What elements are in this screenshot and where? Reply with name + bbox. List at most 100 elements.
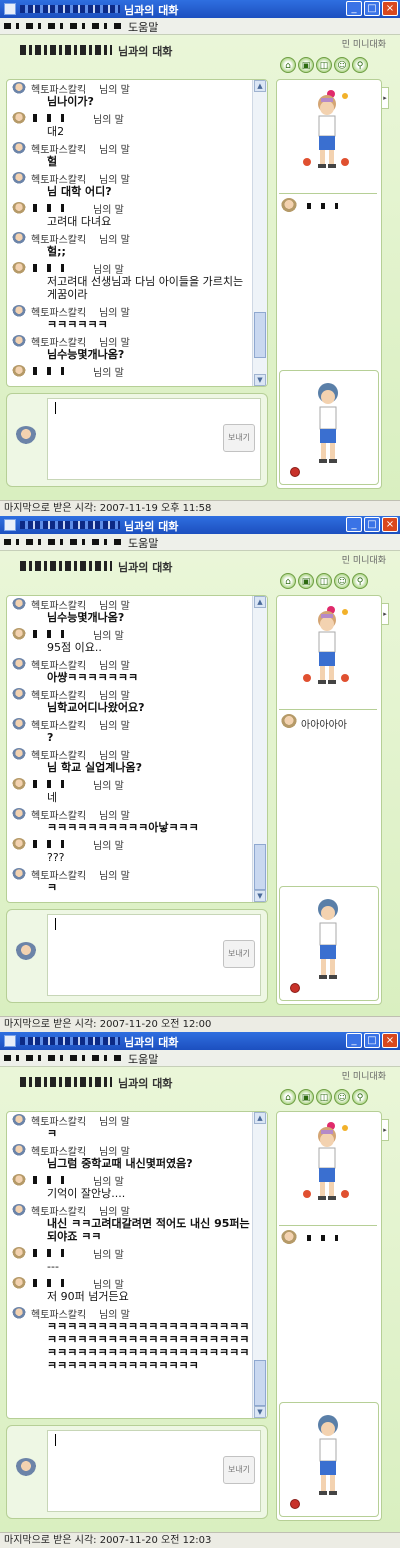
sender-avatar-icon (12, 1277, 26, 1290)
save-icon[interactable]: ▣ (298, 57, 314, 73)
menu-help[interactable]: 도움말 (128, 1051, 158, 1067)
home-icon[interactable]: ⌂ (280, 1089, 296, 1105)
scroll-up-icon[interactable]: ▲ (254, 1112, 266, 1124)
maximize-icon[interactable]: □ (364, 1, 380, 16)
minimize-icon[interactable]: _ (346, 517, 362, 532)
message-text: 네 (47, 791, 58, 804)
panel-collapse-tab[interactable]: ▸ (381, 87, 389, 109)
scroll-thumb[interactable] (254, 1360, 266, 1406)
chat-client-area: 님과의 대화 민 미니대화 ⌂ ▣ ◫ ☺ ⚲ 헥토파스칼킥 님의 말 님수능몇개나옴? 님의… (0, 551, 400, 1016)
block-icon[interactable] (290, 1499, 300, 1509)
message-item: 님의 말??? (7, 836, 253, 866)
photo-icon[interactable]: ◫ (316, 573, 332, 589)
partner-name-row (281, 198, 377, 214)
scroll-up-icon[interactable]: ▲ (254, 596, 266, 608)
chat-header-title: 님과의 대화 (118, 45, 173, 58)
redacted-menu-items[interactable] (4, 1055, 122, 1061)
search-icon[interactable]: ⚲ (352, 57, 368, 73)
message-item: 님의 말저 90퍼 넘거든요 (7, 1275, 253, 1305)
sender-name: 헥토파스칼킥 (31, 721, 87, 732)
send-button[interactable]: 보내기 (223, 1456, 255, 1484)
scroll-down-icon[interactable]: ▼ (254, 890, 266, 902)
partner-character-icon (303, 606, 349, 684)
minimize-icon[interactable]: _ (346, 1, 362, 16)
search-icon[interactable]: ⚲ (352, 573, 368, 589)
says-label: 님의 말 (99, 1147, 130, 1158)
emoticon-icon[interactable]: ☺ (334, 57, 350, 73)
window-title: 님과의 대화 (124, 4, 179, 17)
message-log[interactable]: 헥토파스칼킥 님의 말 ㅋ 헥토파스칼킥 님의 말 님그럼 중학교때 내신몇퍼였음? 님의 … (6, 1111, 268, 1419)
toolbar: ⌂ ▣ ◫ ☺ ⚲ (280, 573, 390, 591)
send-button[interactable]: 보내기 (223, 940, 255, 968)
scroll-thumb[interactable] (254, 312, 266, 358)
sender-name: 헥토파스칼킥 (31, 691, 87, 702)
says-label: 님의 말 (93, 265, 124, 276)
message-log[interactable]: 헥토파스칼킥 님의 말 님나이가? 님의 말 대2 헥토파스칼킥 님의 말 헐 헥토파스칼킥 님의… (6, 79, 268, 387)
sender-avatar-icon (12, 1204, 26, 1217)
search-icon[interactable]: ⚲ (352, 1089, 368, 1105)
chat-window-2: 님과의 대화 _ □ × 도움말 님과의 대화 민 미니대화 ⌂ ▣ ◫ ☺ ⚲ 헥토파… (0, 516, 400, 1032)
says-label: 님의 말 (93, 1250, 124, 1261)
message-item: 헥토파스칼킥 님의 말헐 (7, 140, 253, 170)
menu-help[interactable]: 도움말 (128, 535, 158, 551)
scroll-down-icon[interactable]: ▼ (254, 1406, 266, 1418)
sender-avatar-icon (12, 112, 26, 125)
emoticon-icon[interactable]: ☺ (334, 1089, 350, 1105)
chat-client-area: 님과의 대화 민 미니대화 ⌂ ▣ ◫ ☺ ⚲ 헥토파스칼킥 님의 말 님나이가? 님의 말대… (0, 35, 400, 500)
message-item: 헥토파스칼킥 님의 말 님수능몇개나옴? (7, 333, 253, 363)
scroll-up-icon[interactable]: ▲ (254, 80, 266, 92)
my-avatar (279, 370, 379, 485)
sender-avatar-icon (12, 365, 26, 378)
redacted-sender-name (33, 1176, 91, 1184)
photo-icon[interactable]: ◫ (316, 57, 332, 73)
says-label: 님의 말 (99, 751, 130, 762)
close-icon[interactable]: × (382, 1, 398, 16)
says-label: 님의 말 (99, 661, 130, 672)
minimize-icon[interactable]: _ (346, 1033, 362, 1048)
menu-help[interactable]: 도움말 (128, 19, 158, 35)
scroll-thumb[interactable] (254, 844, 266, 890)
partner-nickname: 아아아아아 (301, 720, 347, 731)
message-scrollbar[interactable]: ▲ ▼ (252, 596, 267, 902)
home-icon[interactable]: ⌂ (280, 573, 296, 589)
title-bar[interactable]: 님과의 대화 _ □ × (0, 516, 400, 534)
title-bar[interactable]: 님과의 대화 _ □ × (0, 0, 400, 18)
message-scrollbar[interactable]: ▲ ▼ (252, 1112, 267, 1418)
maximize-icon[interactable]: □ (364, 517, 380, 532)
message-item: 헥토파스칼킥 님의 말님 학교 실업계나옴? (7, 746, 253, 776)
save-icon[interactable]: ▣ (298, 573, 314, 589)
redacted-menu-items[interactable] (4, 539, 122, 545)
home-icon[interactable]: ⌂ (280, 57, 296, 73)
scroll-down-icon[interactable]: ▼ (254, 374, 266, 386)
mini-homepage-link[interactable]: 민 미니대화 (342, 553, 386, 566)
sender-name: 헥토파스칼킥 (31, 235, 87, 246)
app-icon (4, 1035, 16, 1047)
message-log[interactable]: 헥토파스칼킥 님의 말 님수능몇개나옴? 님의 말 95점 이요.. 헥토파스칼킥 님의 말… (6, 595, 268, 903)
title-bar[interactable]: 님과의 대화 _ □ × (0, 1032, 400, 1050)
redacted-menu-items[interactable] (4, 23, 122, 29)
panel-collapse-tab[interactable]: ▸ (381, 603, 389, 625)
says-label: 님의 말 (99, 871, 130, 882)
close-icon[interactable]: × (382, 1033, 398, 1048)
save-icon[interactable]: ▣ (298, 1089, 314, 1105)
message-scrollbar[interactable]: ▲ ▼ (252, 80, 267, 386)
sender-name: 헥토파스칼킥 (31, 1207, 87, 1218)
message-item: 님의 말 대2 (7, 110, 253, 140)
mini-homepage-link[interactable]: 민 미니대화 (342, 37, 386, 50)
my-avatar (279, 1402, 379, 1517)
mini-homepage-link[interactable]: 민 미니대화 (342, 1069, 386, 1082)
maximize-icon[interactable]: □ (364, 1033, 380, 1048)
redacted-sender-name (33, 630, 91, 638)
photo-icon[interactable]: ◫ (316, 1089, 332, 1105)
close-icon[interactable]: × (382, 517, 398, 532)
block-icon[interactable] (290, 983, 300, 993)
avatar-panel (276, 79, 382, 489)
redacted-header-name (20, 1077, 112, 1087)
send-button[interactable]: 보내기 (223, 424, 255, 452)
panel-collapse-tab[interactable]: ▸ (381, 1119, 389, 1141)
block-icon[interactable] (290, 467, 300, 477)
says-label: 님의 말 (93, 115, 124, 126)
message-text: 님나이가? (47, 95, 94, 108)
redacted-sender-name (33, 1249, 91, 1257)
emoticon-icon[interactable]: ☺ (334, 573, 350, 589)
